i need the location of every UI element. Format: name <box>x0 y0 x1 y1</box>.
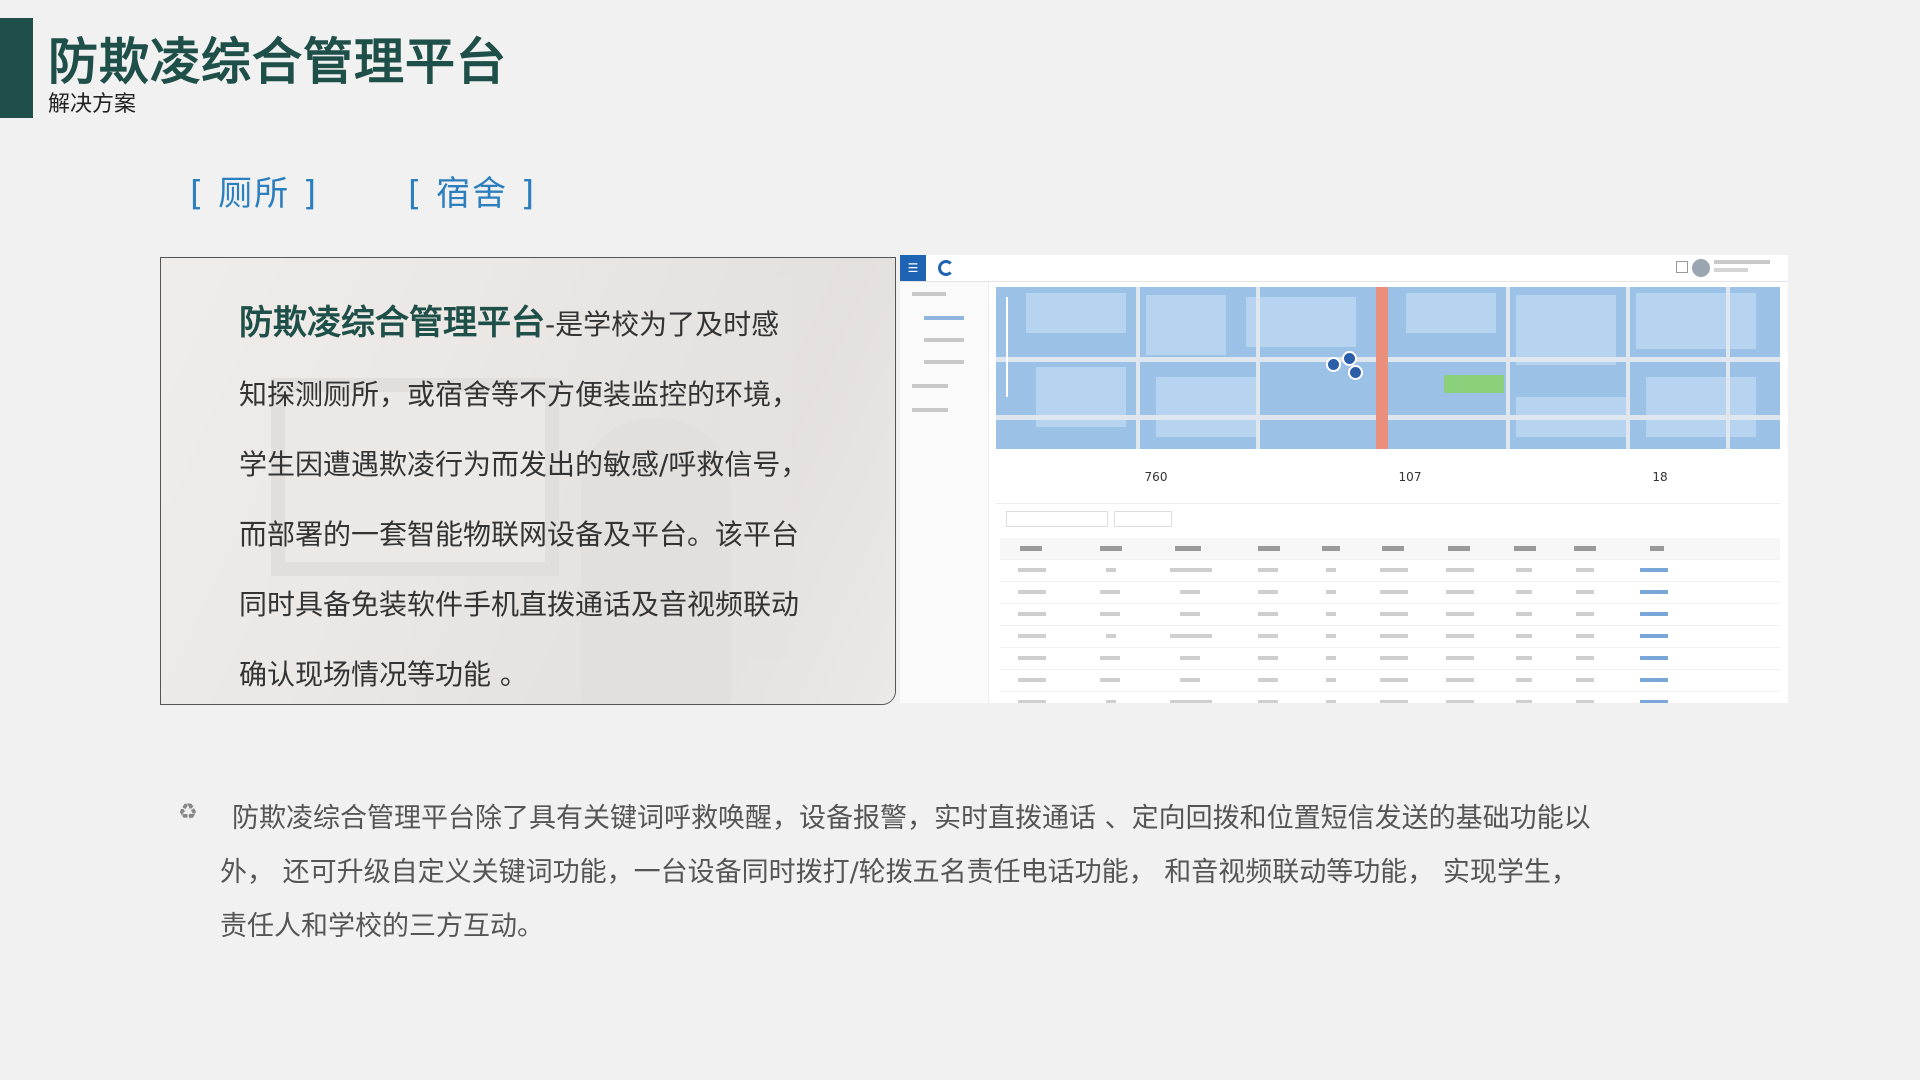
map-view <box>996 287 1780 449</box>
platform-dashboard-screenshot: ☰ 760 107 18 <box>900 255 1788 703</box>
accent-bar <box>0 18 33 118</box>
table-row <box>1000 626 1780 648</box>
bullet-line: 外， 还可升级自定义关键词功能，一台设备同时拨打/轮拨五名责任电话功能， 和音视… <box>220 857 1578 888</box>
table-row <box>1000 670 1780 692</box>
map-pin-icon <box>1326 357 1341 372</box>
page-title: 防欺凌综合管理平台 <box>48 33 507 91</box>
event-table <box>1000 538 1780 703</box>
stat-value: 18 <box>1652 470 1668 484</box>
map-zoom-control <box>1006 297 1022 397</box>
table-row <box>1000 582 1780 604</box>
map-pin-icon <box>1348 365 1363 380</box>
dashboard-topbar: ☰ <box>900 255 1788 282</box>
stat-value: 760 <box>1144 470 1168 484</box>
date-range-filter <box>1006 511 1108 527</box>
intro-line: -是学校为了及时感 <box>545 308 780 341</box>
dashboard-sidebar <box>900 282 989 703</box>
intro-highlight: 防欺凌综合管理平台 <box>239 303 545 343</box>
map-pin-icon <box>1342 351 1357 366</box>
intro-line: 确认现场情况等功能 。 <box>239 658 528 691</box>
logo-icon <box>938 260 954 276</box>
intro-card: 防欺凌综合管理平台-是学校为了及时感 知探测厕所，或宿舍等不方便装监控的环境， … <box>160 257 896 705</box>
intro-text: 防欺凌综合管理平台-是学校为了及时感 知探测厕所，或宿舍等不方便装监控的环境， … <box>239 288 839 704</box>
table-row <box>1000 604 1780 626</box>
map-park <box>1444 375 1504 393</box>
recycle-icon: ♻ <box>178 800 198 825</box>
device-filter <box>1114 511 1172 527</box>
intro-line: 同时具备免装软件手机直拨通话及音视频联动 <box>239 588 800 621</box>
dashboard-stats: 760 107 18 <box>996 455 1780 504</box>
table-row <box>1000 560 1780 582</box>
table-row <box>1000 692 1780 703</box>
map-route <box>1376 287 1388 449</box>
menu-icon: ☰ <box>900 255 926 281</box>
bullet-line: 责任人和学校的三方互动。 <box>220 911 544 942</box>
fullscreen-icon <box>1676 261 1688 273</box>
bullet-text: 防欺凌综合管理平台除了具有关键词呼救唤醒，设备报警，实时直拨通话 、定向回拨和位… <box>220 792 1720 954</box>
tab-toilet[interactable]: [ 厕所 ] <box>190 166 318 215</box>
intro-line: 知探测厕所，或宿舍等不方便装监控的环境， <box>239 378 800 411</box>
bullet-line: 防欺凌综合管理平台除了具有关键词呼救唤醒，设备报警，实时直拨通话 、定向回拨和位… <box>232 803 1591 834</box>
table-row <box>1000 648 1780 670</box>
stat-card: 107 <box>1350 461 1470 484</box>
stat-value: 107 <box>1398 470 1422 484</box>
table-header <box>1000 538 1780 560</box>
avatar <box>1692 259 1710 277</box>
intro-line: 而部署的一套智能物联网设备及平台。该平台 <box>239 518 800 551</box>
tab-dormitory[interactable]: [ 宿舍 ] <box>408 166 536 215</box>
page-subtitle: 解决方案 <box>48 92 137 117</box>
intro-line: 学生因遭遇欺凌行为而发出的敏感/呼救信号， <box>239 448 809 481</box>
stat-card: 18 <box>1600 461 1720 484</box>
stat-card: 760 <box>1096 461 1216 484</box>
